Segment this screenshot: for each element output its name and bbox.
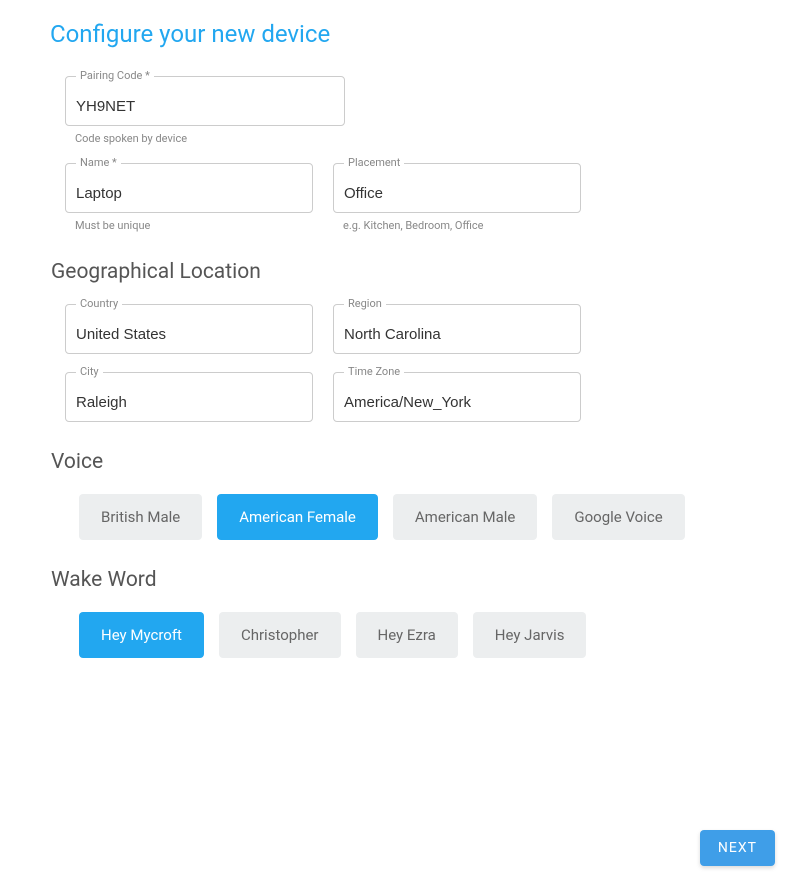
city-label: City: [76, 365, 103, 378]
name-input[interactable]: [76, 185, 302, 202]
name-field-group: Name * Must be unique: [65, 163, 313, 232]
region-label: Region: [344, 297, 386, 310]
region-field-group: Region: [333, 304, 581, 354]
city-field-group: City: [65, 372, 313, 422]
placement-hint: e.g. Kitchen, Bedroom, Office: [343, 219, 581, 232]
wakeword-option-christopher[interactable]: Christopher: [219, 612, 341, 658]
next-button[interactable]: NEXT: [700, 830, 775, 866]
pairing-code-field-group: Pairing Code * Code spoken by device: [65, 76, 345, 145]
placement-label: Placement: [344, 156, 404, 169]
timezone-input[interactable]: [344, 394, 570, 411]
page-title: Configure your new device: [50, 20, 765, 48]
wakeword-option-hey-ezra[interactable]: Hey Ezra: [356, 612, 458, 658]
country-input[interactable]: [76, 326, 302, 343]
wakeword-option-hey-jarvis[interactable]: Hey Jarvis: [473, 612, 587, 658]
placement-input[interactable]: [344, 185, 570, 202]
name-hint: Must be unique: [75, 219, 313, 232]
voice-options-row: British Male American Female American Male…: [79, 494, 735, 540]
voice-option-american-male[interactable]: American Male: [393, 494, 538, 540]
voice-header: Voice: [51, 450, 735, 474]
region-input[interactable]: [344, 326, 570, 343]
wakeword-option-hey-mycroft[interactable]: Hey Mycroft: [79, 612, 204, 658]
timezone-label: Time Zone: [344, 365, 404, 378]
pairing-code-hint: Code spoken by device: [75, 132, 345, 145]
country-label: Country: [76, 297, 122, 310]
wakeword-header: Wake Word: [51, 568, 735, 592]
name-label: Name *: [76, 156, 121, 169]
timezone-field-group: Time Zone: [333, 372, 581, 422]
voice-option-american-female[interactable]: American Female: [217, 494, 378, 540]
voice-option-google-voice[interactable]: Google Voice: [552, 494, 684, 540]
placement-field-group: Placement e.g. Kitchen, Bedroom, Office: [333, 163, 581, 232]
pairing-code-label: Pairing Code *: [76, 69, 154, 82]
pairing-code-input[interactable]: [76, 98, 334, 115]
geo-header: Geographical Location: [51, 260, 735, 284]
country-field-group: Country: [65, 304, 313, 354]
city-input[interactable]: [76, 394, 302, 411]
voice-option-british-male[interactable]: British Male: [79, 494, 202, 540]
wakeword-options-row: Hey Mycroft Christopher Hey Ezra Hey Jarvis: [79, 612, 735, 658]
